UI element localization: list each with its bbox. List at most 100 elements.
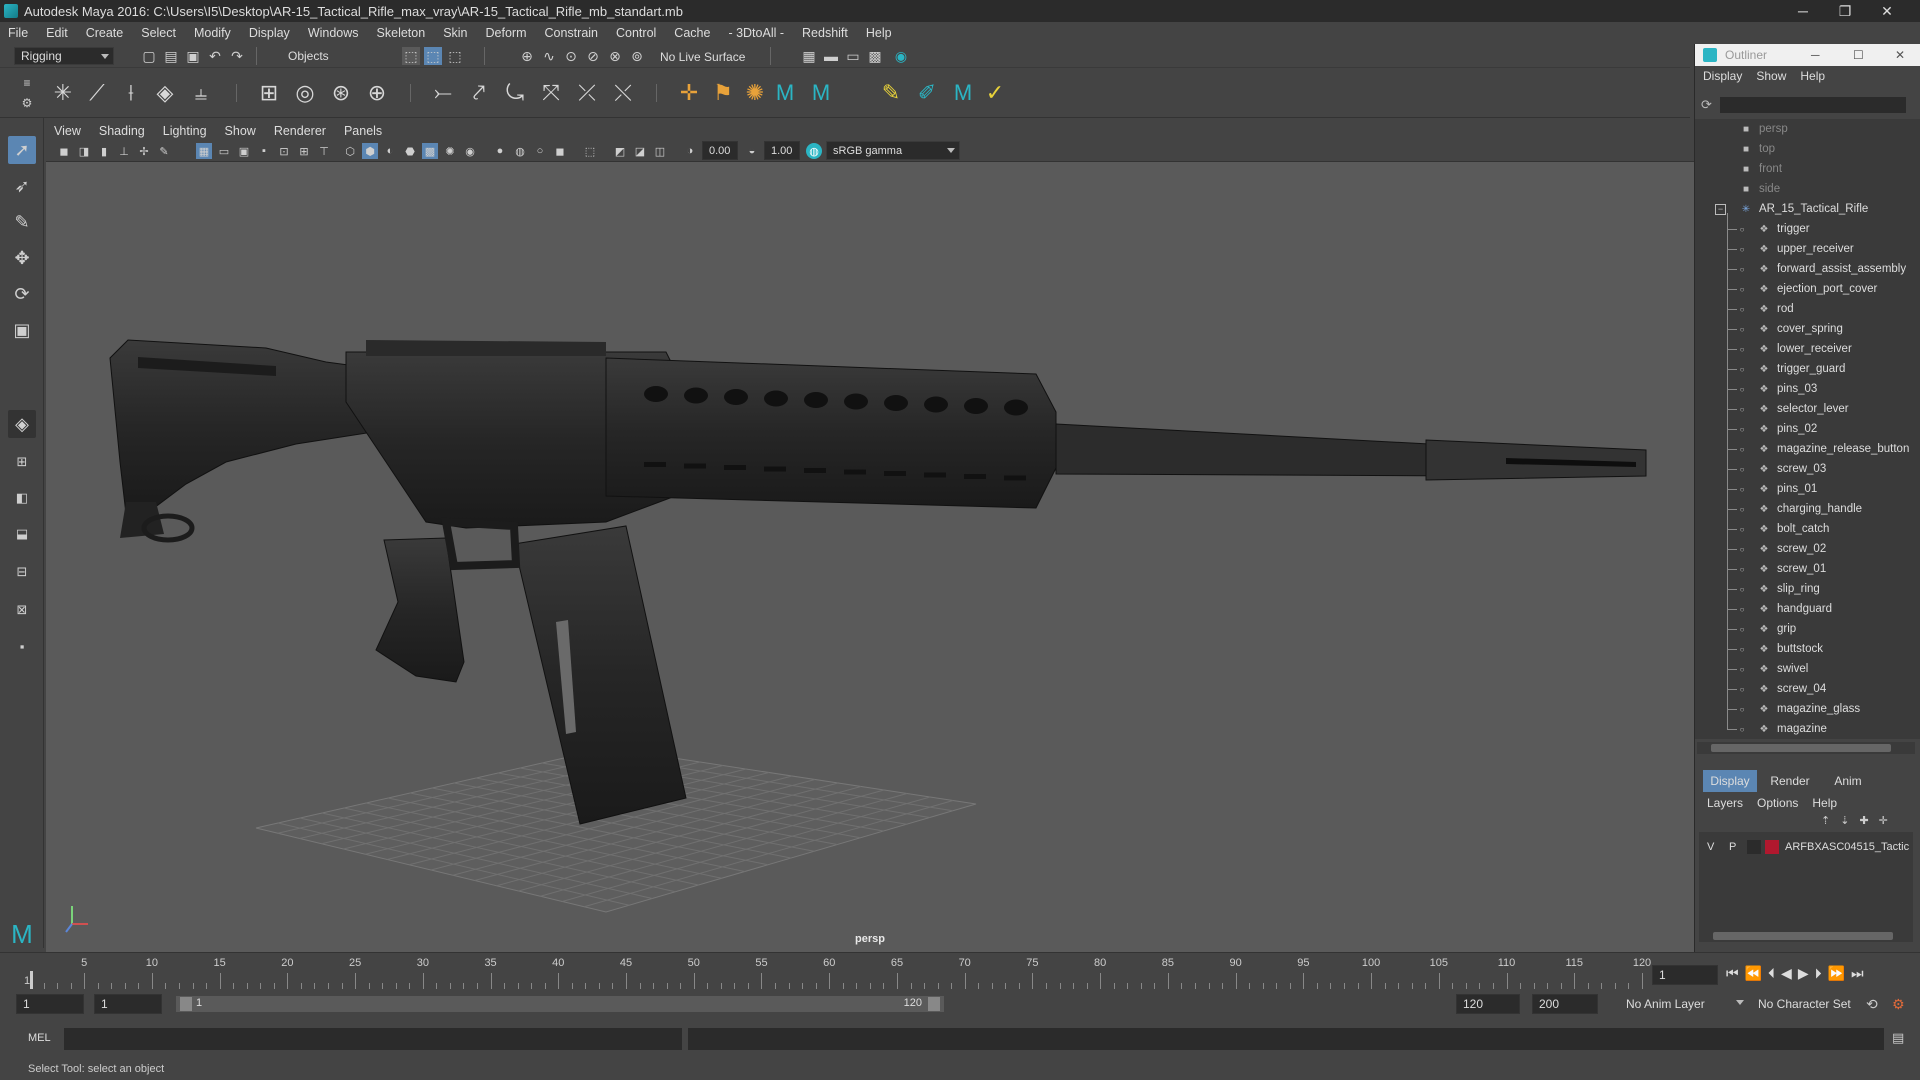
menu-create[interactable]: Create — [86, 26, 124, 40]
gamma-field[interactable]: 1.00 — [764, 141, 800, 160]
go-to-end-icon[interactable]: ⏭ — [1851, 965, 1864, 982]
menu-cache[interactable]: Cache — [674, 26, 710, 40]
xray-icon[interactable]: ◩ — [612, 143, 628, 159]
outliner-h-scrollbar[interactable] — [1697, 742, 1915, 754]
expand-icon[interactable]: ○ — [1735, 663, 1749, 675]
save-scene-icon[interactable]: ▣ — [184, 47, 202, 65]
parent-constraint-icon[interactable]: ⤫ — [572, 78, 602, 108]
expand-icon[interactable]: ○ — [1735, 463, 1749, 475]
color-management-icon[interactable]: ◍ — [806, 143, 822, 159]
range-start-handle[interactable] — [180, 997, 192, 1011]
outliner-item-buttstock[interactable]: ○ ❖ buttstock — [1695, 639, 1920, 659]
ambient-occlusion-icon[interactable]: ● — [492, 143, 508, 159]
select-tool-icon[interactable]: ➚ — [8, 136, 36, 164]
outliner-item-pins-02[interactable]: ○ ❖ pins_02 — [1695, 419, 1920, 439]
exposure-icon[interactable]: ◑ — [682, 143, 698, 159]
insert-joint-icon[interactable]: ◈ — [150, 78, 180, 108]
outliner-item-handguard[interactable]: ○ ❖ handguard — [1695, 599, 1920, 619]
point-constraint-icon[interactable]: ⤚ — [428, 78, 458, 108]
flat-shade-icon[interactable]: ⬣ — [402, 143, 418, 159]
paint-select-icon[interactable]: ✎ — [8, 208, 36, 236]
menu-file[interactable]: File — [8, 26, 28, 40]
redo-icon[interactable]: ↷ — [228, 47, 246, 65]
depth-of-field-icon[interactable]: ◼ — [552, 143, 568, 159]
expand-icon[interactable]: ○ — [1735, 403, 1749, 415]
antialiasing-icon[interactable]: ○ — [532, 143, 548, 159]
outliner-camera-side[interactable]: ■ side — [1695, 179, 1920, 199]
menu-3dtoall[interactable]: - 3DtoAll - — [728, 26, 784, 40]
hypershade-icon[interactable]: ◉ — [892, 47, 910, 65]
cluster-icon[interactable]: ⊕ — [362, 78, 392, 108]
scale-constraint-icon[interactable]: ⤧ — [536, 78, 566, 108]
motion-blur-icon[interactable]: ◍ — [512, 143, 528, 159]
layer-tab-anim[interactable]: Anim — [1821, 770, 1875, 792]
refresh-icon[interactable]: ⟳ — [1701, 97, 1712, 113]
ik-handle-icon[interactable]: ⟋ — [82, 78, 112, 108]
expand-icon[interactable]: ○ — [1735, 423, 1749, 435]
outliner-item-cover-spring[interactable]: ○ ❖ cover_spring — [1695, 319, 1920, 339]
outliner-minimize-button[interactable]: ─ — [1811, 48, 1820, 62]
breakdown-key-icon[interactable]: ✺ — [740, 78, 770, 108]
outliner-item-trigger-guard[interactable]: ○ ❖ trigger_guard — [1695, 359, 1920, 379]
bind-skin-icon[interactable]: ⊞ — [254, 78, 284, 108]
outliner-menu-show[interactable]: Show — [1756, 69, 1786, 83]
view-transform-dropdown[interactable]: sRGB gamma — [826, 141, 960, 160]
lasso-tool-icon[interactable]: ➶ — [8, 172, 36, 200]
shelf-settings-icon[interactable]: ⚙ — [18, 94, 36, 112]
live-surface-label[interactable]: No Live Surface — [660, 50, 745, 64]
aim-constraint-icon[interactable]: ⤤ — [464, 78, 494, 108]
persp-graph-icon[interactable]: ⬓ — [8, 520, 36, 548]
render-current-icon[interactable]: ▬ — [822, 47, 840, 65]
bookmark-icon[interactable]: ▮ — [96, 143, 112, 159]
open-scene-icon[interactable]: ▤ — [162, 47, 180, 65]
playback-end-field[interactable]: 120 — [1456, 994, 1520, 1014]
outliner-item-screw-02[interactable]: ○ ❖ screw_02 — [1695, 539, 1920, 559]
gamma-icon[interactable]: ◒ — [744, 143, 760, 159]
outliner-item-magazine[interactable]: ○ ❖ magazine — [1695, 719, 1920, 739]
close-button[interactable]: ✕ — [1866, 0, 1908, 22]
select-hierarchy-icon[interactable]: ⬚ — [402, 47, 420, 65]
safe-title-icon[interactable]: ⊤ — [316, 143, 332, 159]
gate-mask-icon[interactable]: ▪ — [256, 143, 272, 159]
expand-icon[interactable]: ○ — [1735, 303, 1749, 315]
outliner-menu-help[interactable]: Help — [1800, 69, 1825, 83]
anim-layer-dropdown[interactable]: No Anim Layer — [1620, 994, 1748, 1014]
render-settings-icon[interactable]: ▦ — [800, 47, 818, 65]
make-live-icon[interactable]: ⊚ — [628, 47, 646, 65]
expand-icon[interactable]: ○ — [1735, 603, 1749, 615]
layer-scroll-thumb[interactable] — [1713, 932, 1893, 940]
image-plane-icon[interactable]: ⊥ — [116, 143, 132, 159]
camera-attr-icon[interactable]: ◨ — [76, 143, 92, 159]
panel-menu-show[interactable]: Show — [225, 124, 256, 138]
persp-outliner-icon[interactable]: ◧ — [8, 484, 36, 512]
menu-constrain[interactable]: Constrain — [545, 26, 599, 40]
current-frame-field[interactable]: 1 — [1652, 965, 1718, 985]
outliner-menu-display[interactable]: Display — [1703, 69, 1742, 83]
panel-menu-lighting[interactable]: Lighting — [163, 124, 207, 138]
menu-redshift[interactable]: Redshift — [802, 26, 848, 40]
menu-set-dropdown[interactable]: Rigging — [14, 47, 114, 65]
hypershade-layout-icon[interactable]: ⊟ — [8, 558, 36, 586]
select-component-icon[interactable]: ⬚ — [446, 47, 464, 65]
go-to-start-icon[interactable]: ⏮ — [1726, 965, 1739, 982]
expand-icon[interactable]: ○ — [1735, 443, 1749, 455]
sculpt-icon[interactable]: ✐ — [912, 78, 942, 108]
grid-icon[interactable]: ▦ — [196, 143, 212, 159]
layer-playback-toggle[interactable]: P — [1729, 841, 1736, 853]
menu-deform[interactable]: Deform — [486, 26, 527, 40]
custom-layout-icon[interactable]: ▪ — [8, 632, 36, 660]
outliner-camera-front[interactable]: ■ front — [1695, 159, 1920, 179]
panel-menu-panels[interactable]: Panels — [344, 124, 382, 138]
selection-mode-dropdown[interactable]: Objects — [282, 47, 382, 65]
outliner-item-bolt-catch[interactable]: ○ ❖ bolt_catch — [1695, 519, 1920, 539]
range-slider-track[interactable]: 1 120 — [176, 996, 944, 1012]
outliner-item-charging-handle[interactable]: ○ ❖ charging_handle — [1695, 499, 1920, 519]
safe-action-icon[interactable]: ⊞ — [296, 143, 312, 159]
expand-icon[interactable]: ○ — [1735, 703, 1749, 715]
move-tool-icon[interactable]: ✥ — [8, 244, 36, 272]
outliner-camera-persp[interactable]: ■ persp — [1695, 119, 1920, 139]
shadows-icon[interactable]: ◉ — [462, 143, 478, 159]
expand-icon[interactable]: ○ — [1735, 683, 1749, 695]
textured-icon[interactable]: ▩ — [422, 143, 438, 159]
start-time-field[interactable]: 1 — [16, 994, 84, 1014]
